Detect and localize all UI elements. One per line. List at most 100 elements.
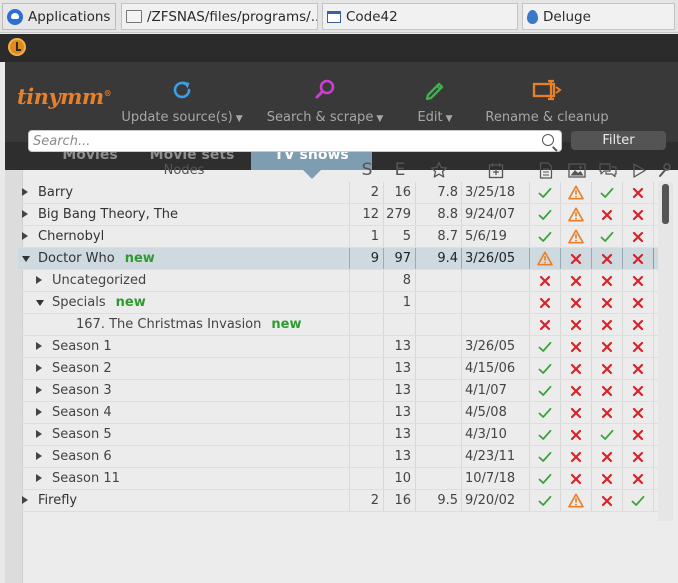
subtitle-status [592, 204, 623, 225]
table-row[interactable]: Season 11 10 10/7/18 [18, 468, 658, 490]
star-icon[interactable] [416, 158, 462, 182]
collapse-arrow-icon[interactable] [36, 452, 42, 460]
subtitle-status [592, 468, 623, 489]
table-row[interactable]: Specials new 1 [18, 292, 658, 314]
check-icon [538, 473, 552, 484]
collapse-arrow-icon[interactable] [36, 342, 42, 350]
table-row[interactable]: Uncategorized 8 [18, 270, 658, 292]
rating [416, 336, 462, 357]
subtitle-status [592, 380, 623, 401]
image-icon[interactable] [561, 158, 592, 182]
nfo-file-icon[interactable] [530, 158, 561, 182]
video-status [623, 292, 654, 313]
collapse-arrow-icon[interactable] [36, 276, 42, 284]
table-row[interactable]: Season 6 13 4/23/11 [18, 446, 658, 468]
deluge-icon [527, 9, 538, 24]
taskbar-item-label: Code42 [346, 8, 398, 25]
check-icon [538, 341, 552, 352]
subtitles-icon[interactable] [592, 158, 623, 182]
episode-count: 16 [384, 490, 416, 511]
node-title: Season 11 [52, 471, 120, 486]
column-header-episodes[interactable]: E [384, 158, 416, 182]
search-scrape-button[interactable]: Search & scrape ▼ [263, 78, 387, 125]
collapse-arrow-icon[interactable] [22, 188, 28, 196]
calendar-add-icon[interactable] [462, 158, 530, 182]
cross-icon [632, 473, 644, 485]
warning-icon [568, 207, 584, 222]
applications-menu-button[interactable]: Applications [2, 3, 116, 30]
node-cell: Season 4 [18, 402, 350, 423]
edit-button[interactable]: Edit ▼ [403, 78, 467, 125]
taskbar-item-code42[interactable]: Code42 [322, 3, 518, 30]
table-row[interactable]: Season 1 13 3/26/05 [18, 336, 658, 358]
check-icon [538, 451, 552, 462]
rename-cleanup-button[interactable]: Rename & cleanup [483, 78, 611, 125]
table-row[interactable]: Season 5 13 4/3/10 [18, 424, 658, 446]
taskbar-item-file-manager[interactable]: /ZFSNAS/files/programs/... [121, 3, 318, 30]
column-header-nodes[interactable]: Nodes [18, 158, 350, 182]
episode-count: 13 [384, 424, 416, 445]
table-row[interactable]: Barry 2 16 7.8 3/25/18 [18, 182, 658, 204]
wrench-icon[interactable] [654, 158, 673, 182]
vertical-scrollbar[interactable] [658, 182, 673, 521]
node-cell: Season 2 [18, 358, 350, 379]
table-row[interactable]: Big Bang Theory, The 12 279 8.8 9/24/07 [18, 204, 658, 226]
collapse-arrow-icon[interactable] [22, 210, 28, 218]
rating [416, 314, 462, 335]
first-aired-date: 9/20/02 [462, 490, 530, 511]
episode-count: 10 [384, 468, 416, 489]
search-input[interactable] [29, 131, 529, 151]
collapse-arrow-icon[interactable] [36, 364, 42, 372]
update-sources-button[interactable]: Update source(s) ▼ [117, 78, 247, 125]
table-row[interactable]: 167. The Christmas Invasion new [18, 314, 658, 336]
cross-icon [601, 341, 613, 353]
episode-count: 1 [384, 292, 416, 313]
collapse-arrow-icon[interactable] [36, 386, 42, 394]
collapse-arrow-icon[interactable] [36, 430, 42, 438]
search-icon[interactable] [542, 134, 554, 146]
column-header-seasons[interactable]: S [350, 158, 384, 182]
collapse-arrow-icon[interactable] [22, 232, 28, 240]
expand-arrow-icon[interactable] [22, 256, 30, 262]
table-row[interactable]: Season 4 13 4/5/08 [18, 402, 658, 424]
cross-icon [570, 275, 582, 287]
cross-icon [570, 451, 582, 463]
table-row[interactable]: Season 2 13 4/15/06 [18, 358, 658, 380]
filter-button[interactable]: Filter [571, 131, 666, 150]
collapse-arrow-icon[interactable] [36, 408, 42, 416]
expand-arrow-icon[interactable] [36, 300, 44, 306]
collapse-arrow-icon[interactable] [36, 474, 42, 482]
cross-icon [570, 341, 582, 353]
artwork-status [561, 270, 592, 291]
artwork-status [561, 204, 592, 225]
node-cell: Season 5 [18, 424, 350, 445]
check-icon [538, 429, 552, 440]
play-icon[interactable] [623, 158, 654, 182]
app-clock-icon[interactable] [8, 38, 26, 56]
app-logo: tinymm® [17, 84, 112, 109]
node-title: Big Bang Theory, The [38, 207, 179, 222]
cross-icon [632, 319, 644, 331]
table-row[interactable] [18, 512, 658, 521]
check-icon [538, 495, 552, 506]
cross-icon [601, 363, 613, 375]
cross-icon [632, 385, 644, 397]
subtitle-status [592, 358, 623, 379]
table-row[interactable]: Doctor Who new 9 97 9.4 3/26/05 [18, 248, 658, 270]
taskbar-item-deluge[interactable]: Deluge [522, 3, 675, 30]
video-status [623, 424, 654, 445]
season-count [350, 358, 384, 379]
table-row[interactable]: Firefly 2 16 9.5 9/20/02 [18, 490, 658, 512]
magnifier-icon [263, 78, 387, 102]
check-icon [631, 495, 645, 506]
video-status [623, 358, 654, 379]
collapse-arrow-icon[interactable] [22, 496, 28, 504]
table-row[interactable]: Season 3 13 4/1/07 [18, 380, 658, 402]
scrollbar-thumb[interactable] [662, 184, 669, 224]
rating [416, 402, 462, 423]
cross-icon [601, 209, 613, 221]
node-cell: Uncategorized [18, 270, 350, 291]
table-row[interactable]: Chernobyl 1 5 8.7 5/6/19 [18, 226, 658, 248]
check-icon [538, 209, 552, 220]
first-aired-date: 3/26/05 [462, 336, 530, 357]
